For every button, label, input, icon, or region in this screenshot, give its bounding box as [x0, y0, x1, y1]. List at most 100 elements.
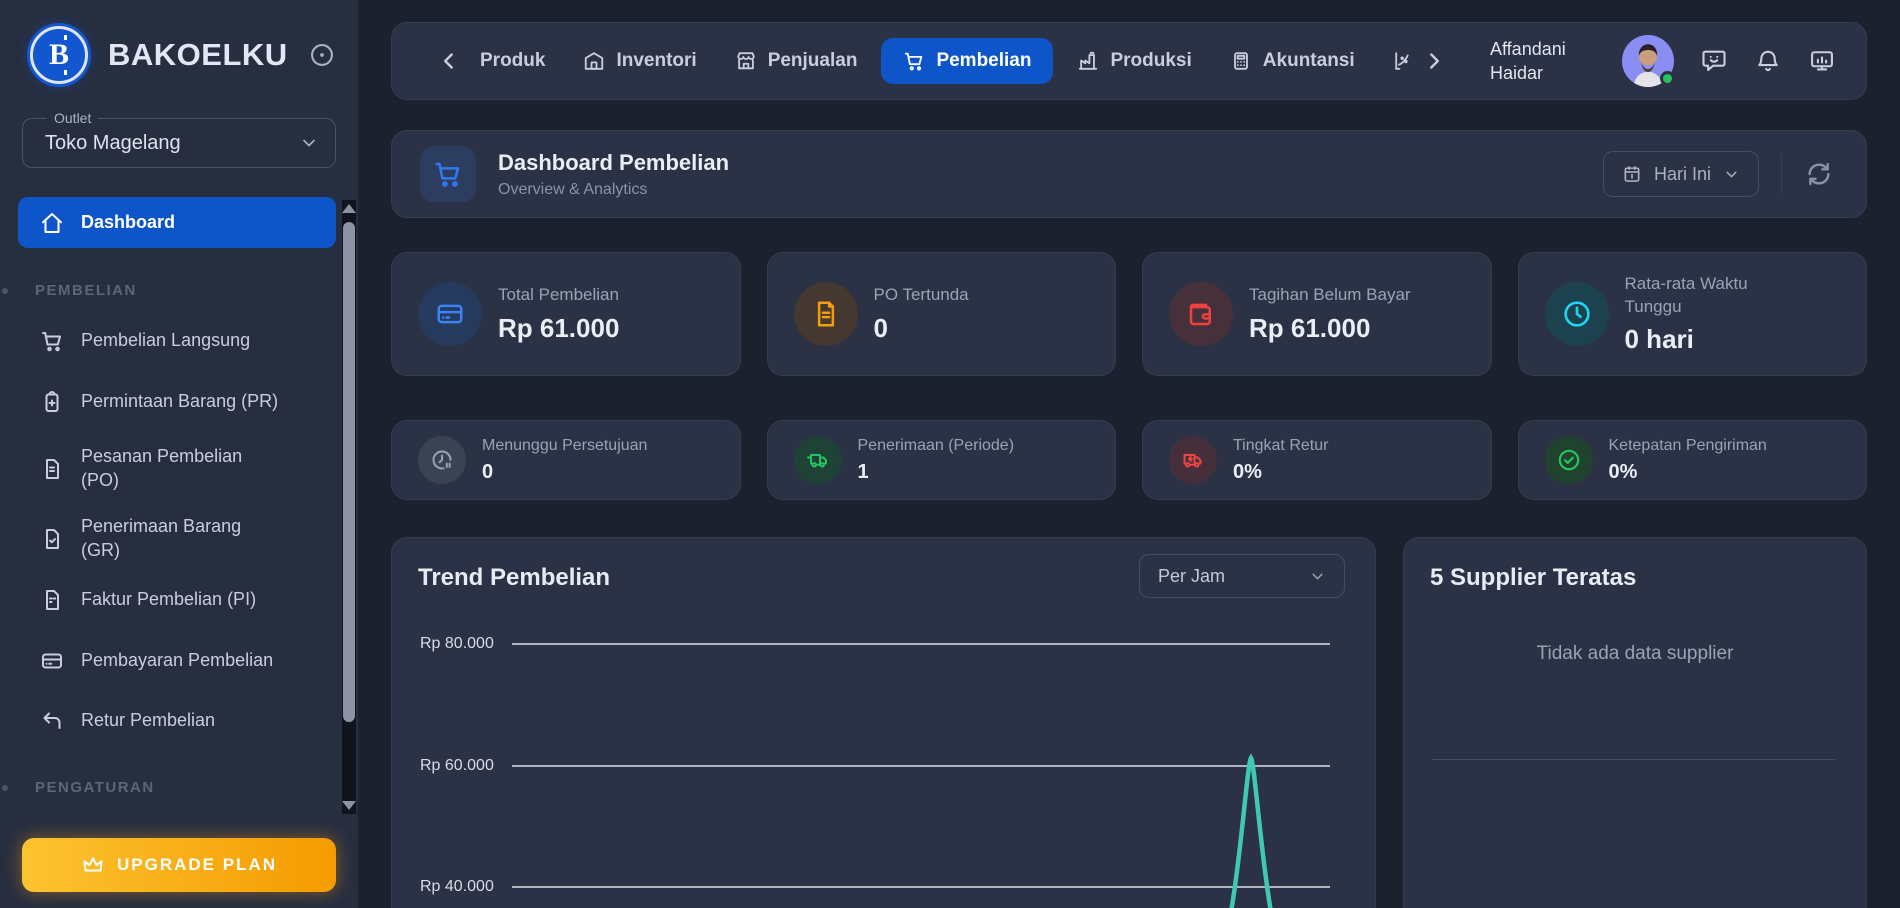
tab-inventori[interactable]: Inventori	[569, 38, 710, 84]
calculator-icon	[1230, 50, 1252, 72]
home-icon	[40, 211, 64, 235]
brand-name: BAKOELKU	[108, 37, 288, 73]
chevron-left-icon	[436, 48, 462, 74]
suppliers-title: 5 Supplier Teratas	[1430, 564, 1636, 592]
chart-line-series	[1202, 741, 1322, 908]
online-status-dot	[1660, 71, 1675, 86]
sidebar-item-pembayaran-pembelian[interactable]: Pembayaran Pembelian	[18, 643, 336, 679]
sidebar-item-pesanan-pembelian[interactable]: Pesanan Pembelian (PO)	[18, 438, 336, 500]
sidebar-item-permintaan-barang[interactable]: Permintaan Barang (PR)	[18, 384, 336, 420]
sidebar-section-pembelian: PEMBELIAN	[35, 282, 336, 299]
chart-interval-select[interactable]: Per Jam	[1139, 554, 1345, 598]
sidebar-item-retur-pembelian[interactable]: Retur Pembelian	[18, 703, 336, 739]
y-axis-tick: Rp 80.000	[420, 635, 502, 653]
refresh-button[interactable]	[1804, 158, 1836, 190]
tab-produksi[interactable]: Produksi	[1063, 38, 1205, 84]
credit-card-icon	[418, 282, 482, 346]
brand-logo-bitcoin-icon: B	[30, 26, 88, 84]
date-filter-button[interactable]: Hari Ini	[1603, 151, 1759, 197]
stat-tagihan-belum-bayar: Tagihan Belum Bayar Rp 61.000	[1142, 252, 1492, 376]
stat-label: Tagihan Belum Bayar	[1249, 284, 1411, 306]
stat-label: Penerimaan (Periode)	[858, 436, 1015, 457]
stat-label: Ketepatan Pengiriman	[1609, 436, 1767, 457]
stat-label: Menunggu Persetujuan	[482, 436, 647, 457]
file-check-icon	[40, 527, 64, 551]
stat-label: Total Pembelian	[498, 284, 619, 306]
sidebar-item-label: Penerimaan Barang (GR)	[81, 515, 256, 563]
monitor-chart-icon	[1808, 47, 1836, 75]
stat-ketepatan-pengiriman: Ketepatan Pengiriman 0%	[1518, 420, 1868, 500]
avatar[interactable]	[1622, 35, 1674, 87]
chart-interval-value: Per Jam	[1158, 566, 1225, 587]
gridline	[512, 643, 1330, 645]
app-root: B BAKOELKU Outlet Toko Magelang Dashboar…	[0, 0, 1900, 908]
y-axis-tick: Rp 40.000	[420, 878, 502, 896]
tab-produk[interactable]: Produk	[466, 38, 559, 84]
chevron-right-icon	[1421, 48, 1447, 74]
stats-row-2: Menunggu Persetujuan 0 Penerimaan (Perio…	[391, 420, 1867, 500]
store-icon	[735, 50, 757, 72]
notifications-button[interactable]	[1754, 47, 1782, 75]
chart-title: Trend Pembelian	[418, 564, 610, 592]
outlet-select[interactable]: Outlet Toko Magelang	[22, 118, 336, 168]
top-suppliers-card: 5 Supplier Teratas Tidak ada data suppli…	[1403, 537, 1867, 908]
scroll-up-arrow[interactable]	[342, 204, 356, 213]
sidebar-menu: Dashboard PEMBELIAN Pembelian Langsung P…	[0, 168, 358, 796]
file-text-icon	[40, 457, 64, 481]
calendar-icon	[1622, 164, 1642, 184]
refresh-icon	[1804, 159, 1834, 189]
stat-value: 0%	[1233, 461, 1328, 484]
tab-label: Pembelian	[936, 50, 1031, 72]
tab-label: Penjualan	[768, 50, 858, 72]
outlet-label: Outlet	[47, 110, 98, 126]
sidebar-item-label: Dashboard	[81, 211, 175, 235]
outlet-value: Toko Magelang	[45, 132, 181, 155]
crown-icon	[81, 853, 105, 877]
tab-next-partial[interactable]	[1379, 38, 1415, 84]
sidebar-logo-row: B BAKOELKU	[0, 0, 358, 84]
nav-scroll-left-button[interactable]	[436, 48, 462, 74]
wallet-icon	[1169, 282, 1233, 346]
tab-penjualan[interactable]: Penjualan	[721, 38, 872, 84]
sidebar-item-pembelian-langsung[interactable]: Pembelian Langsung	[18, 323, 336, 359]
check-circle-icon	[1545, 436, 1593, 484]
gridline-row-60k: Rp 60.000	[420, 756, 1330, 776]
stat-menunggu-persetujuan: Menunggu Persetujuan 0	[391, 420, 741, 500]
tab-label: Inventori	[616, 50, 696, 72]
nav-scroll-right-button[interactable]	[1421, 48, 1447, 74]
suppliers-divider	[1432, 759, 1835, 760]
sidebar-scrollbar[interactable]	[342, 200, 356, 814]
cart-icon	[903, 50, 925, 72]
tab-akuntansi[interactable]: Akuntansi	[1216, 38, 1369, 84]
scrollbar-thumb[interactable]	[343, 222, 355, 722]
stat-value: 0	[482, 461, 647, 484]
sidebar-item-label: Pesanan Pembelian (PO)	[81, 445, 256, 493]
upgrade-plan-button[interactable]: UPGRADE PLAN	[22, 838, 336, 892]
sidebar-item-faktur-pembelian[interactable]: Faktur Pembelian (PI)	[18, 582, 336, 618]
page-header: Dashboard Pembelian Overview & Analytics…	[391, 130, 1867, 218]
tab-label: Produk	[480, 50, 545, 72]
bell-icon	[1754, 47, 1782, 75]
stat-penerimaan-periode: Penerimaan (Periode) 1	[767, 420, 1117, 500]
scroll-down-arrow[interactable]	[342, 801, 356, 810]
file-text-icon	[794, 282, 858, 346]
stats-row-1: Total Pembelian Rp 61.000 PO Tertunda 0 …	[391, 252, 1867, 376]
user-cluster: Affandani Haidar	[1490, 35, 1836, 87]
sidebar: B BAKOELKU Outlet Toko Magelang Dashboar…	[0, 0, 358, 908]
top-navbar: Produk Inventori Penjualan Pembelian Pro…	[391, 22, 1867, 100]
cart-icon	[433, 159, 463, 189]
sidebar-item-penerimaan-barang[interactable]: Penerimaan Barang (GR)	[18, 508, 336, 570]
tab-pembelian[interactable]: Pembelian	[881, 38, 1053, 84]
stat-value: Rp 61.000	[498, 313, 619, 344]
feedback-button[interactable]	[1700, 47, 1728, 75]
sidebar-item-dashboard[interactable]: Dashboard	[18, 197, 336, 248]
display-mode-button[interactable]	[1808, 47, 1836, 75]
sidebar-collapse-button[interactable]	[308, 41, 336, 69]
page-title: Dashboard Pembelian	[498, 150, 729, 176]
sidebar-section-pengaturan: PENGATURAN	[35, 779, 336, 796]
stat-value: 0 hari	[1625, 324, 1790, 355]
clock-icon	[1545, 282, 1609, 346]
stat-value: Rp 61.000	[1249, 313, 1411, 344]
truck-return-icon	[1169, 436, 1217, 484]
corner-up-left-icon	[40, 709, 64, 733]
